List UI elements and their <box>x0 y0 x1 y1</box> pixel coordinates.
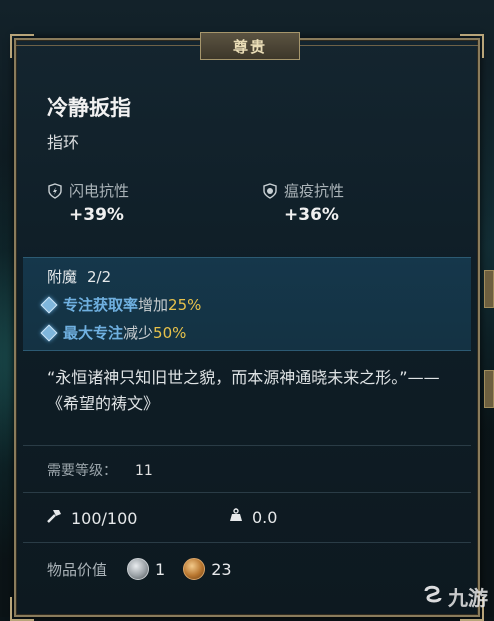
enchant-attribute: 最大专注 <box>63 324 124 342</box>
durability-value: 100/100 <box>71 508 138 528</box>
stat-lightning-resistance: 闪电抗性 +39% <box>47 180 129 225</box>
stat-label: 瘟疫抗性 <box>284 182 345 200</box>
gold-coin-icon <box>183 558 206 580</box>
weight-icon <box>228 507 244 527</box>
stat-value: +39% <box>69 205 124 225</box>
hammer-icon <box>45 507 63 529</box>
enchantment-row: 专注获取率增加25% <box>40 294 202 315</box>
enchant-verb: 减少 <box>123 324 154 342</box>
enchant-attribute: 专注获取率 <box>63 296 139 314</box>
item-name: 冷静扳指 <box>47 96 131 120</box>
enchant-amount: 50% <box>153 324 187 342</box>
enchant-gem-icon <box>40 324 58 341</box>
lightning-shield-icon <box>47 182 63 199</box>
frame-corner <box>10 34 34 58</box>
plague-shield-icon <box>262 182 278 199</box>
requirement-value: 11 <box>135 463 153 479</box>
enchantment-count: 2/2 <box>87 268 112 286</box>
stat-label: 闪电抗性 <box>69 182 130 200</box>
weight: 0.0 <box>228 507 277 527</box>
durability: 100/100 <box>45 507 137 529</box>
silver-coin-icon <box>127 558 150 580</box>
side-tab[interactable] <box>484 370 494 408</box>
item-type: 指环 <box>47 133 80 152</box>
site-watermark: 九游 <box>422 582 488 611</box>
requirement-label: 需要等级： <box>47 463 117 479</box>
gold-value: 23 <box>211 559 232 579</box>
silver-value: 1 <box>155 559 166 579</box>
section-divider <box>23 445 471 446</box>
watermark-text: 九游 <box>448 586 488 610</box>
frame-corner <box>10 597 34 621</box>
flavor-text: “永恒诸神只知旧世之貌，而本源神通晓未来之形。”——《希望的祷文》 <box>47 368 440 413</box>
section-divider <box>23 542 471 543</box>
enchant-amount: 25% <box>168 296 202 314</box>
enchantment-row: 最大专注减少50% <box>40 322 187 343</box>
frame-corner <box>460 34 484 58</box>
weight-value: 0.0 <box>252 507 278 527</box>
enchant-verb: 增加 <box>138 296 169 314</box>
section-divider <box>23 492 471 493</box>
enchantment-section: 附魔 2/2 专注获取率增加25% 最大专注减少50% <box>23 257 471 351</box>
level-requirement: 需要等级： 11 <box>47 460 153 480</box>
stat-value: +36% <box>284 205 339 225</box>
stat-plague-resistance: 瘟疫抗性 +36% <box>262 180 344 225</box>
item-value: 物品价值 1 23 <box>47 558 250 580</box>
enchantment-header: 附魔 2/2 <box>47 266 111 287</box>
item-value-label: 物品价值 <box>47 560 108 579</box>
enchantment-label: 附魔 <box>47 268 78 286</box>
enchant-gem-icon <box>40 296 58 313</box>
side-tab[interactable] <box>484 270 494 308</box>
watermark-logo-icon <box>422 583 444 611</box>
rarity-label: 尊贵 <box>200 32 300 60</box>
